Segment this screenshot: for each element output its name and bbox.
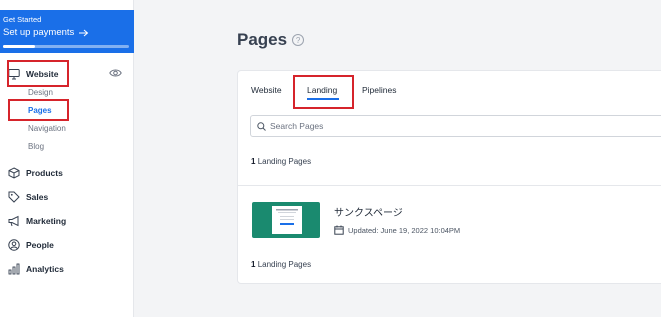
page-title-text: Pages: [237, 30, 288, 49]
count-number: 1: [251, 157, 256, 166]
sidebar-item-people[interactable]: People: [8, 238, 54, 252]
sidebar-sub-design[interactable]: Design: [28, 88, 53, 97]
search-box[interactable]: [250, 115, 661, 137]
setup-progress-fill: [3, 45, 35, 48]
sidebar-item-products[interactable]: Products: [8, 166, 63, 180]
sidebar-item-label: People: [26, 240, 54, 250]
tab-website[interactable]: Website: [251, 85, 282, 95]
sidebar-item-label: Marketing: [26, 216, 67, 226]
sidebar-item-analytics[interactable]: Analytics: [8, 262, 64, 276]
person-icon: [8, 239, 20, 251]
calendar-icon: [334, 225, 344, 235]
highlight-box-website: [7, 60, 69, 87]
sidebar-item-label: Analytics: [26, 264, 64, 274]
footer-count-number: 1: [251, 260, 256, 269]
get-started-title: Get Started: [3, 15, 42, 24]
page-item-name[interactable]: サンクスページ: [334, 204, 403, 219]
highlight-box-landing: [293, 75, 354, 109]
thumbnail-content: [276, 209, 298, 225]
page-item-updated: Updated: June 19, 2022 10:04PM: [334, 225, 460, 235]
tab-pipelines[interactable]: Pipelines: [362, 85, 397, 95]
divider: [238, 185, 661, 186]
box-icon: [8, 167, 20, 179]
sidebar-item-sales[interactable]: Sales: [8, 190, 48, 204]
thumbnail-preview: [272, 206, 302, 234]
sidebar-sub-blog[interactable]: Blog: [28, 142, 44, 151]
sidebar-item-label: Sales: [26, 192, 49, 202]
landing-pages-count-footer: 1 Landing Pages: [251, 260, 311, 269]
landing-pages-count: 1 Landing Pages: [251, 157, 311, 166]
help-icon[interactable]: ?: [292, 34, 305, 46]
sidebar-sub-navigation[interactable]: Navigation: [28, 124, 66, 133]
highlight-box-pages: [8, 99, 69, 121]
footer-count-suffix: Landing Pages: [257, 260, 312, 269]
sidebar-item-label: Products: [26, 168, 63, 178]
megaphone-icon: [8, 215, 19, 227]
sidebar-item-marketing[interactable]: Marketing: [8, 214, 66, 228]
search-input[interactable]: [270, 121, 650, 131]
search-icon: [257, 121, 266, 131]
sidebar: Get Started Set up payments Website Desi…: [0, 0, 134, 317]
arrow-right-icon: [79, 29, 89, 36]
get-started-banner[interactable]: Get Started Set up payments: [0, 10, 134, 53]
updated-text: Updated: June 19, 2022 10:04PM: [348, 225, 461, 235]
bar-chart-icon: [8, 263, 20, 275]
eye-icon[interactable]: [109, 68, 122, 78]
setup-progress-bar: [3, 45, 129, 48]
count-suffix: Landing Pages: [257, 157, 312, 166]
setup-payments-label[interactable]: Set up payments: [3, 27, 74, 38]
tag-icon: [8, 191, 20, 203]
page-title: Pages ?: [237, 30, 305, 50]
page-thumbnail[interactable]: [252, 202, 320, 238]
